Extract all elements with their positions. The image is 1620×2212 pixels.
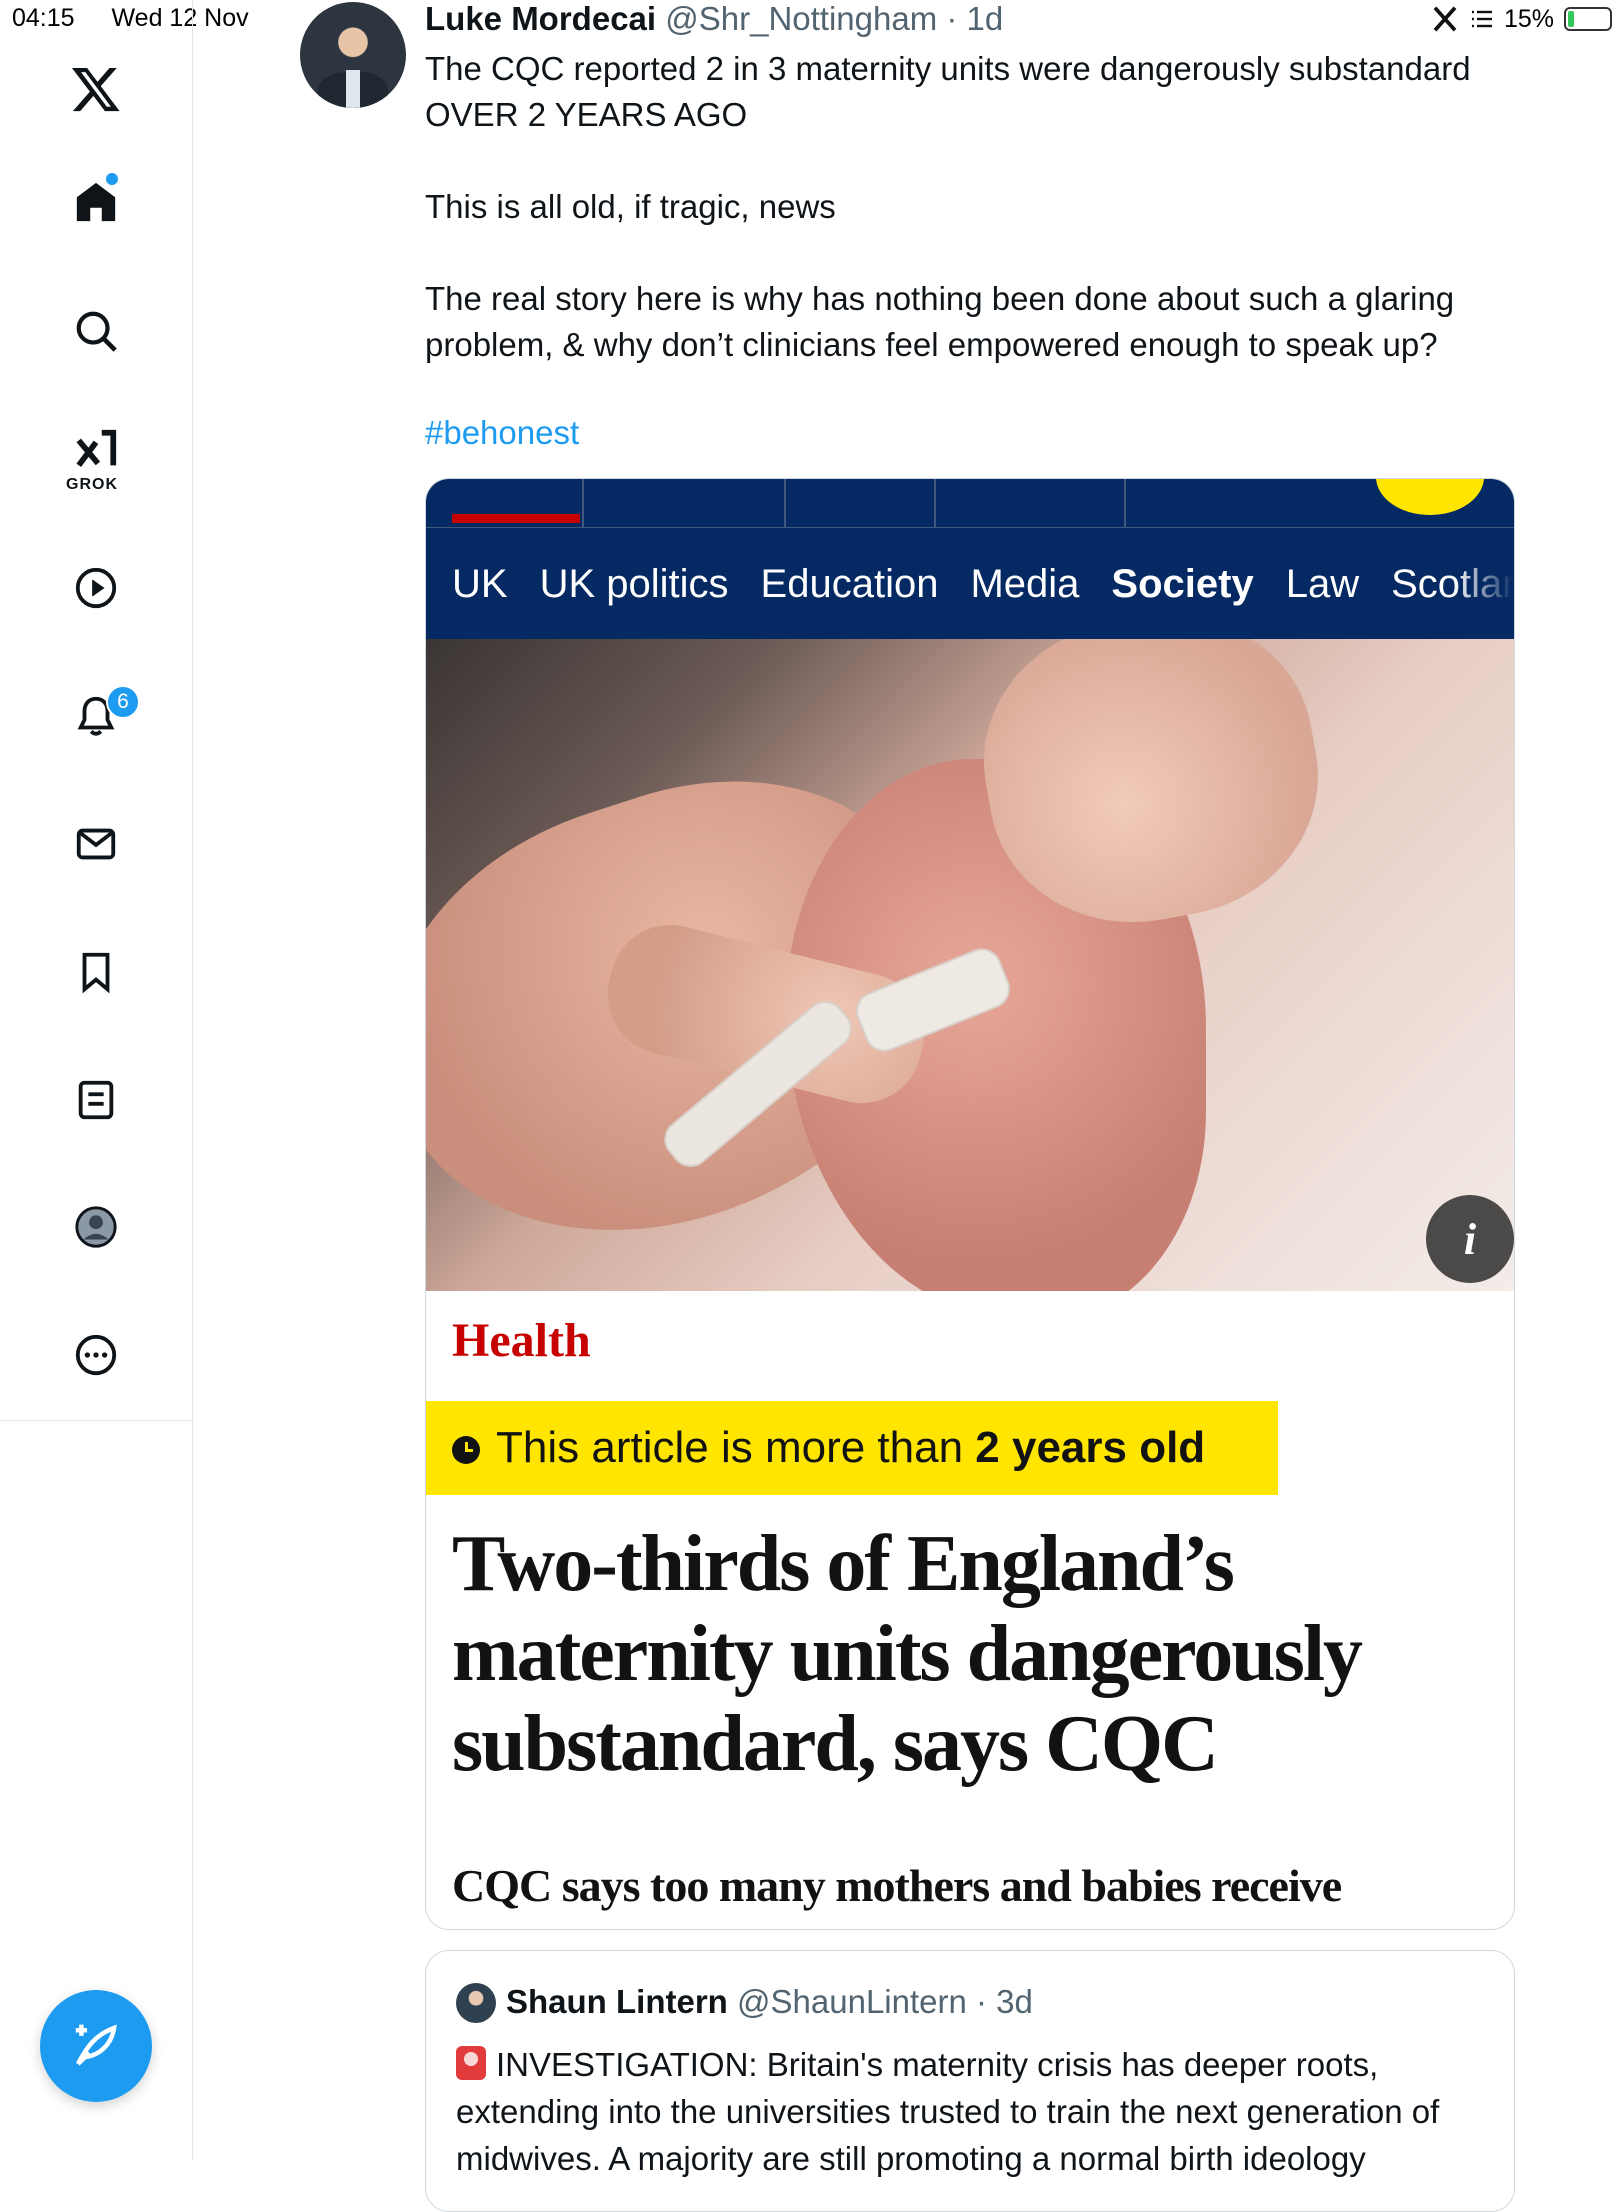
- article-standfirst: CQC says too many mothers and babies rec…: [452, 1860, 1342, 1911]
- quoted-tweet[interactable]: Shaun Lintern @ShaunLintern · 3d INVESTI…: [425, 1950, 1515, 2212]
- quoted-meta-separator: ·: [966, 1983, 997, 2020]
- nav-item-education: Education: [760, 562, 939, 606]
- compose-feather-icon: [75, 2024, 117, 2066]
- nav-item-uk: UK: [452, 562, 508, 606]
- article-headline: Two-thirds of England’s maternity units …: [452, 1520, 1363, 1788]
- guardian-yellow-circle: [1376, 479, 1484, 515]
- tweet-time[interactable]: 1d: [967, 0, 1004, 37]
- article-section-label: Health: [452, 1314, 591, 1367]
- clock-icon: [452, 1436, 480, 1464]
- image-info-icon: i: [1426, 1195, 1514, 1283]
- x-logo-icon[interactable]: [70, 62, 122, 116]
- grok-icon[interactable]: [71, 425, 121, 475]
- age-notice-bold: 2 years old: [975, 1423, 1206, 1472]
- video-icon[interactable]: [71, 563, 121, 613]
- lists-icon[interactable]: [71, 1075, 121, 1125]
- profile-icon[interactable]: [71, 1202, 121, 1252]
- age-notice-prefix: This article is more than: [496, 1423, 976, 1472]
- author-handle[interactable]: @Shr_Nottingham: [665, 0, 937, 37]
- nav-item-society: Society: [1111, 562, 1254, 606]
- sidebar-divider: [0, 1420, 192, 1421]
- hashtag-link[interactable]: #behonest: [425, 410, 1525, 456]
- battery-icon: [1564, 7, 1612, 31]
- nav-item-uk-politics: UK politics: [539, 562, 729, 606]
- article-photo: [426, 639, 1514, 1291]
- tweet-paragraph: The CQC reported 2 in 3 maternity units …: [425, 50, 1471, 133]
- notification-count-badge: 6: [106, 685, 140, 719]
- home-unread-dot: [106, 173, 118, 185]
- sidebar: GROK 6: [0, 0, 193, 2160]
- quoted-tweet-time: 3d: [996, 1983, 1033, 2020]
- battery-percent: 15%: [1503, 4, 1554, 33]
- siren-emoji-icon: [456, 2046, 486, 2080]
- tweet-paragraph: This is all old, if tragic, news: [425, 188, 836, 225]
- quoted-tweet-header: Shaun Lintern @ShaunLintern · 3d: [506, 1983, 1033, 2021]
- status-bar-right: 15%: [1430, 4, 1612, 34]
- bookmark-icon[interactable]: [71, 947, 121, 997]
- quoted-author-avatar: [456, 1983, 496, 2023]
- more-icon[interactable]: [71, 1330, 121, 1380]
- guardian-top-bar: [426, 479, 1514, 527]
- grok-label: GROK: [66, 476, 118, 493]
- tweet-body: The CQC reported 2 in 3 maternity units …: [425, 46, 1525, 502]
- author-name[interactable]: Luke Mordecai: [425, 0, 656, 37]
- messages-icon[interactable]: [71, 819, 121, 869]
- tweet-header: Luke Mordecai @Shr_Nottingham · 1d: [425, 0, 1003, 38]
- search-icon[interactable]: [71, 306, 121, 356]
- tweet-paragraph: The real story here is why has nothing b…: [425, 280, 1455, 363]
- x-app-status-icon: [1433, 6, 1457, 32]
- quoted-author-name: Shaun Lintern: [506, 1983, 728, 2020]
- nav-item-media: Media: [970, 562, 1080, 606]
- quoted-tweet-text: INVESTIGATION: Britain's maternity crisi…: [456, 2046, 1440, 2177]
- list-status-icon: [1471, 10, 1492, 28]
- article-age-notice: This article is more than 2 years old: [426, 1401, 1278, 1495]
- quoted-author-handle: @ShaunLintern: [737, 1983, 967, 2020]
- compose-post-button[interactable]: [40, 1990, 152, 2102]
- guardian-section-nav: UKUK politicsEducationMediaSocietyLawSco…: [426, 527, 1514, 640]
- quoted-tweet-body: INVESTIGATION: Britain's maternity crisi…: [456, 2041, 1486, 2182]
- embedded-article-image[interactable]: UKUK politicsEducationMediaSocietyLawSco…: [425, 478, 1515, 1930]
- nav-item-law: Law: [1285, 562, 1360, 606]
- meta-separator: ·: [937, 0, 967, 37]
- author-avatar[interactable]: [300, 2, 406, 108]
